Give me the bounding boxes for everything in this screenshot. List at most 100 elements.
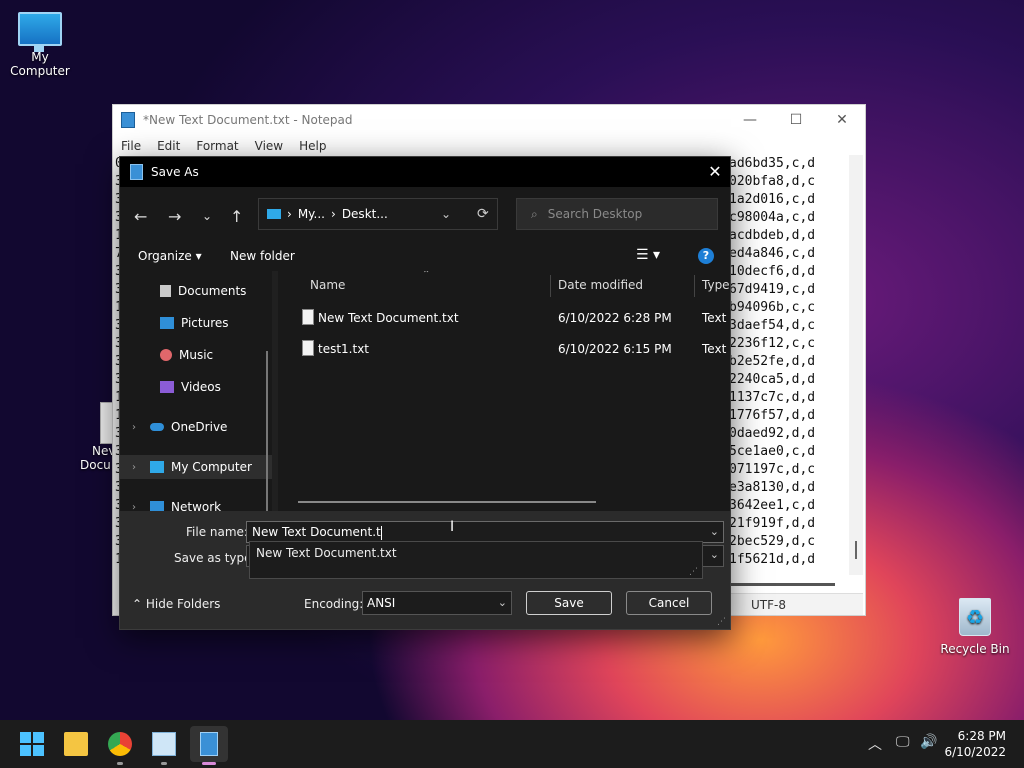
save-button[interactable]: Save (526, 591, 612, 615)
system-clock[interactable]: 6:28 PM 6/10/2022 (944, 728, 1006, 760)
scroll-thumb[interactable] (855, 541, 857, 559)
text-cursor-icon: I (450, 519, 455, 535)
nav-item-videos[interactable]: Videos (120, 375, 272, 399)
text-line: 21f919f,d,d (729, 516, 816, 531)
autocomplete-dropdown: New Text Document.txt ⋰ (249, 541, 703, 579)
text-line: c98004a,c,d (729, 210, 816, 225)
chevron-up-icon[interactable]: ︿ (868, 734, 882, 754)
chevron-down-icon[interactable]: ⌄ (498, 592, 507, 614)
column-header-type[interactable]: Type (702, 271, 730, 299)
nav-item-onedrive[interactable]: › OneDrive (120, 415, 272, 439)
menu-help[interactable]: Help (291, 139, 334, 153)
recycle-bin-icon: ♻ (959, 598, 991, 636)
dialog-title: Save As (151, 165, 199, 179)
notepad-taskbar-button[interactable] (190, 726, 228, 762)
notepad-icon (200, 732, 218, 756)
resize-grip-icon[interactable]: ⋰ (689, 567, 698, 577)
text-line: e3a8130,d,d (729, 480, 816, 495)
cancel-button[interactable]: Cancel (626, 591, 712, 615)
chevron-down-icon[interactable]: ⌄ (202, 209, 212, 223)
file-list-scrollbar[interactable] (298, 501, 596, 503)
notepad-title: *New Text Document.txt - Notepad (143, 113, 353, 127)
network-icon[interactable]: 🖵 (896, 734, 910, 750)
address-bar[interactable]: › My... › Deskt... ⌄ ⟳ (258, 198, 498, 230)
desktop-icon-my-computer[interactable]: My Computer (2, 12, 78, 78)
start-button[interactable] (20, 732, 44, 756)
chevron-right-icon[interactable]: › (132, 502, 136, 512)
close-button[interactable]: ✕ (819, 105, 865, 135)
text-line: 1a2d016,c,d (729, 192, 816, 207)
search-placeholder: Search Desktop (547, 207, 643, 221)
nav-item-pictures[interactable]: Pictures ⚲ (120, 311, 272, 335)
chevron-down-icon[interactable]: ⌄ (710, 548, 719, 561)
text-file-icon (302, 309, 314, 325)
encoding-select[interactable]: ANSI ⌄ (362, 591, 512, 615)
close-icon[interactable]: ✕ (700, 157, 730, 187)
text-line: 67d9419,c,d (729, 282, 816, 297)
running-indicator (161, 762, 167, 765)
nav-item-label: Documents (178, 284, 247, 298)
new-folder-button[interactable]: New folder (230, 249, 295, 263)
desktop-icon-recycle-bin[interactable]: ♻ Recycle Bin (940, 598, 1010, 656)
file-name-field[interactable]: New Text Document.t ⌄ (246, 521, 724, 543)
view-options-icon[interactable]: ☰ ▾ (636, 247, 660, 263)
column-divider[interactable] (550, 275, 551, 297)
file-row[interactable]: test1.txt 6/10/2022 6:15 PM Text (278, 334, 730, 364)
text-line: b2e52fe,d,d (729, 354, 816, 369)
back-arrow-icon[interactable]: ← (134, 207, 147, 226)
encoding-label: Encoding: (304, 597, 364, 611)
search-input[interactable]: ⌕ Search Desktop (516, 198, 718, 230)
nav-item-my-computer[interactable]: › My Computer (120, 455, 272, 479)
nav-item-documents[interactable]: Documents ⚲ (120, 279, 272, 303)
chevron-right-icon[interactable]: › (132, 422, 136, 433)
column-divider[interactable] (694, 275, 695, 297)
dialog-title-bar[interactable]: Save As (120, 157, 730, 187)
chevron-right-icon[interactable]: › (132, 462, 136, 473)
notepad-text-area[interactable]: ad6bd35,c,d 020bfa8,d,c 1a2d016,c,d c98004a… (729, 155, 815, 569)
dialog-toolbar: Organize ▾ New folder ☰ ▾ ? (120, 241, 730, 271)
volume-icon[interactable]: 🔊 (920, 734, 937, 750)
chevron-down-icon[interactable]: ⌄ (710, 522, 719, 542)
breadcrumb-desktop[interactable]: Deskt... (342, 207, 388, 221)
menu-format[interactable]: Format (188, 139, 246, 153)
chrome-icon[interactable] (108, 732, 132, 756)
text-line: 1f5621d,d,d (729, 552, 816, 567)
file-row[interactable]: New Text Document.txt 6/10/2022 6:28 PM … (278, 303, 730, 333)
minimize-button[interactable]: — (727, 105, 773, 135)
menu-file[interactable]: File (113, 139, 149, 153)
desktop-icon-label: Recycle Bin (940, 642, 1010, 656)
breadcrumb-my-computer[interactable]: My... (298, 207, 325, 221)
column-header-date[interactable]: Date modified (558, 271, 643, 299)
text-line: 0daed92,d,d (729, 426, 816, 441)
refresh-icon[interactable]: ⟳ (477, 206, 489, 222)
organize-button[interactable]: Organize ▾ (138, 249, 202, 263)
forward-arrow-icon[interactable]: → (168, 207, 181, 226)
autocomplete-suggestion[interactable]: New Text Document.txt (256, 546, 696, 560)
menu-edit[interactable]: Edit (149, 139, 188, 153)
menu-view[interactable]: View (247, 139, 291, 153)
chevron-down-icon[interactable]: ⌄ (441, 207, 451, 221)
task-manager-icon[interactable] (152, 732, 176, 756)
clock-time: 6:28 PM (957, 729, 1006, 743)
column-header-name[interactable]: Name (310, 271, 345, 299)
file-name: test1.txt (318, 342, 370, 356)
documents-icon (160, 285, 171, 297)
text-line: ed4a846,c,d (729, 246, 816, 261)
file-explorer-icon[interactable] (64, 732, 88, 756)
text-line: 1776f57,d,d (729, 408, 816, 423)
nav-item-network[interactable]: › Network (120, 495, 272, 511)
maximize-button[interactable]: ☐ (773, 105, 819, 135)
chevron-right-icon: › (287, 207, 292, 221)
text-line: 3daef54,d,c (729, 318, 816, 333)
horizontal-scrollbar[interactable] (729, 583, 835, 586)
vertical-scrollbar[interactable] (849, 155, 863, 575)
file-date: 6/10/2022 6:28 PM (558, 311, 672, 325)
navigation-scrollbar[interactable] (266, 351, 268, 511)
nav-item-music[interactable]: Music (120, 343, 272, 367)
help-icon[interactable]: ? (698, 248, 714, 264)
up-arrow-icon[interactable]: ↑ (230, 207, 243, 226)
text-line: 2bec529,d,c (729, 534, 816, 549)
resize-grip-icon[interactable]: ⋰ (717, 617, 726, 627)
hide-folders-button[interactable]: ⌃ Hide Folders (132, 597, 220, 611)
text-line: 2236f12,c,c (729, 336, 816, 351)
